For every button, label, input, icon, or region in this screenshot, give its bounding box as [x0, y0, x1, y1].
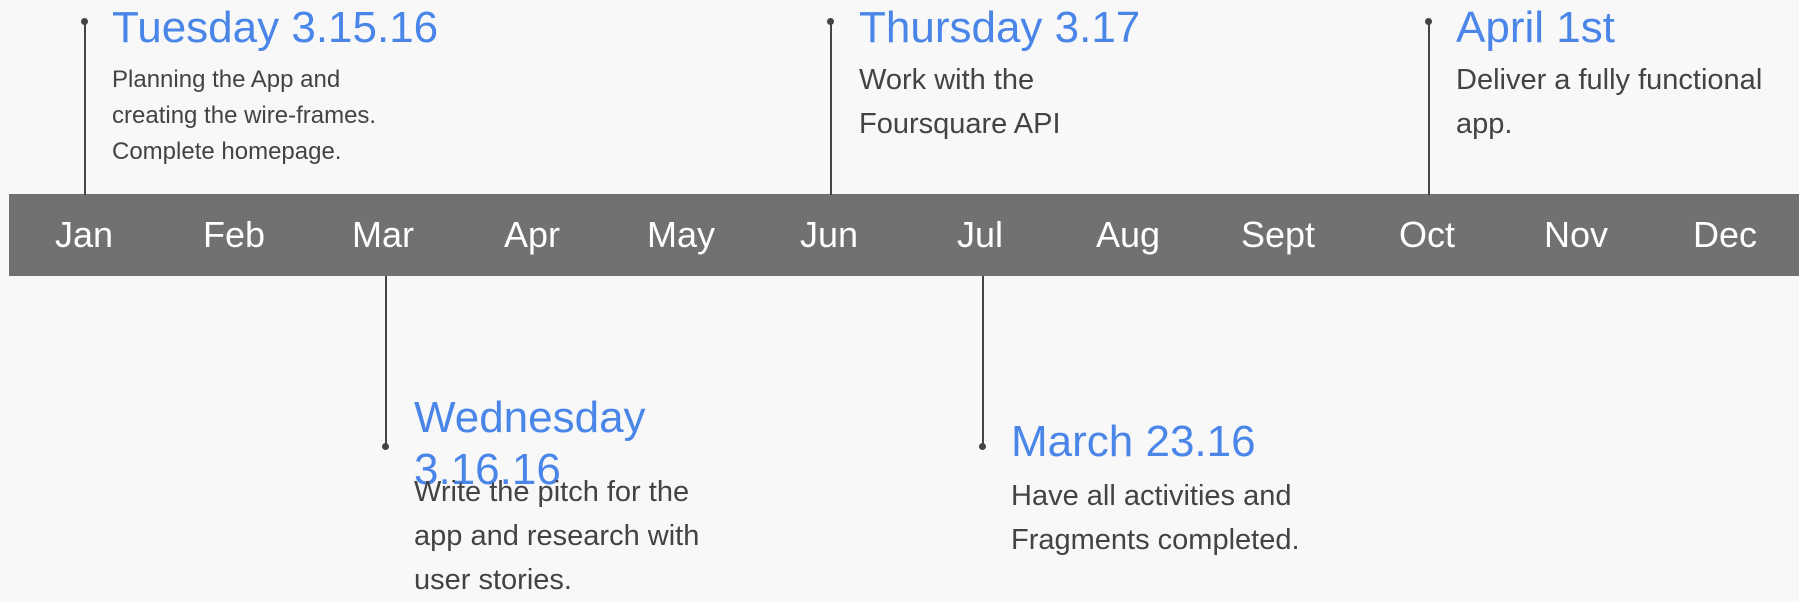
connector-dot-march — [979, 443, 986, 450]
milestone-description: Planning the App and creating the wire-f… — [112, 66, 377, 165]
milestone-description: Write the pitch for the app and research… — [414, 476, 700, 596]
month-label-feb: Feb — [202, 214, 266, 255]
month-label-may: May — [646, 214, 716, 255]
month-label-nov: Nov — [1543, 214, 1609, 255]
connector-dot-thursday — [827, 18, 834, 25]
milestone-description: Work with the Foursquare API — [859, 64, 1061, 140]
connector-line-april — [1428, 21, 1430, 195]
milestone-thursday: Thursday 3.17 Work with the Foursquare A… — [859, 2, 1140, 146]
connector-line-thursday — [830, 21, 832, 195]
milestone-description: Have all activities and Fragments comple… — [1011, 480, 1300, 556]
month-label-aug: Aug — [1095, 214, 1161, 255]
month-label-jul: Jul — [956, 214, 1004, 255]
milestone-title: March 23.16 — [1011, 417, 1256, 466]
milestone-title: Tuesday 3.15.16 — [112, 3, 439, 52]
connector-line-march — [982, 276, 984, 447]
month-label-oct: Oct — [1398, 214, 1456, 255]
month-label-mar: Mar — [352, 214, 414, 255]
milestone-description: Deliver a fully functional app. — [1456, 64, 1763, 140]
connector-dot-wednesday — [382, 443, 389, 450]
connector-dot-april — [1425, 18, 1432, 25]
milestone-title: April 1st — [1456, 3, 1615, 52]
month-label-jan: Jan — [54, 214, 114, 255]
connector-line-wednesday — [385, 276, 387, 447]
milestone-tuesday: Tuesday 3.15.16 Planning the App and cre… — [112, 2, 438, 170]
month-label-dec: Dec — [1692, 214, 1758, 255]
milestone-title: Thursday 3.17 — [859, 3, 1141, 52]
milestone-wednesday: Wednesday 3.16.16 Write the pitch for th… — [414, 392, 744, 602]
connector-line-tuesday — [84, 21, 86, 195]
month-bar: Jan Feb Mar Apr May Jun Jul Aug Sept Oct… — [9, 194, 1799, 276]
milestone-title: Wednesday 3.16.16 — [414, 393, 646, 494]
month-label-jun: Jun — [799, 214, 859, 255]
connector-dot-tuesday — [81, 18, 88, 25]
month-label-apr: Apr — [503, 214, 561, 255]
milestone-march: March 23.16 Have all activities and Frag… — [1011, 416, 1351, 562]
month-label-sept: Sept — [1240, 214, 1316, 255]
milestone-april: April 1st Deliver a fully functional app… — [1456, 2, 1796, 146]
